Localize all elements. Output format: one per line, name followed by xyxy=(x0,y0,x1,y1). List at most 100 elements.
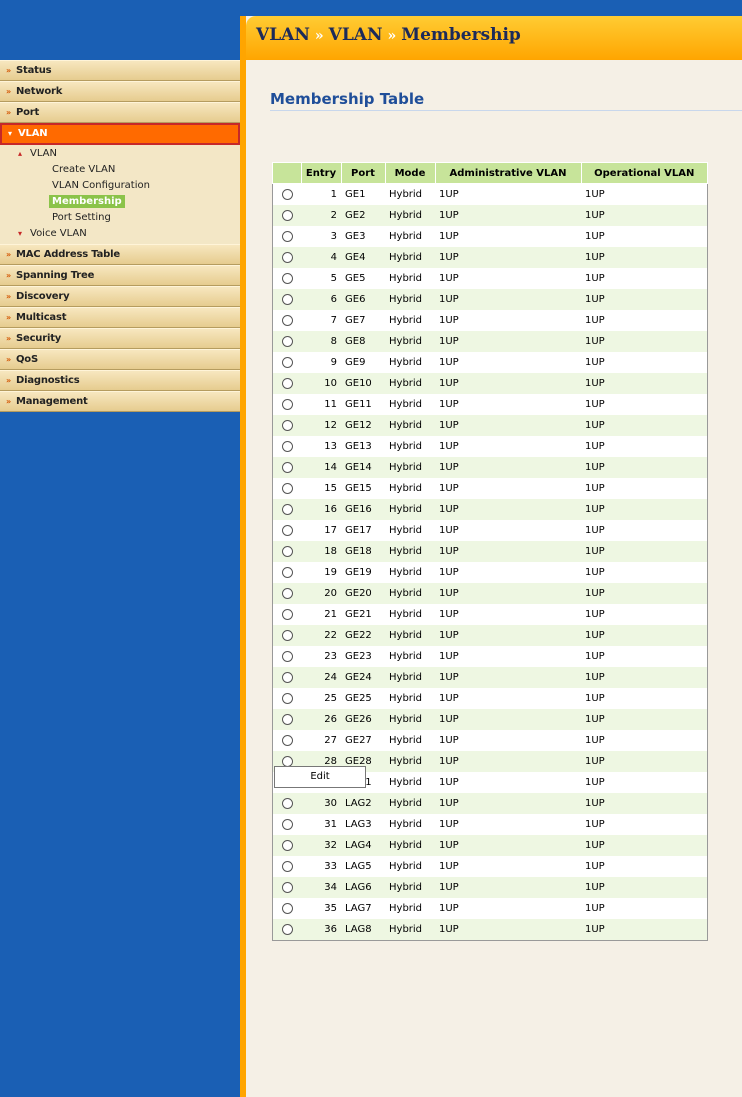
menu-item-status[interactable]: » Status xyxy=(0,60,240,81)
port-cell: LAG7 xyxy=(341,898,385,919)
menu-item-multicast[interactable]: » Multicast xyxy=(0,307,240,328)
table-row[interactable]: 13 GE13 Hybrid 1UP 1UP xyxy=(272,436,708,457)
radio-icon[interactable] xyxy=(281,692,293,704)
table-row[interactable]: 15 GE15 Hybrid 1UP 1UP xyxy=(272,478,708,499)
table-row[interactable]: 32 LAG4 Hybrid 1UP 1UP xyxy=(272,835,708,856)
table-row[interactable]: 16 GE16 Hybrid 1UP 1UP xyxy=(272,499,708,520)
table-row[interactable]: 24 GE24 Hybrid 1UP 1UP xyxy=(272,667,708,688)
table-row[interactable]: 5 GE5 Hybrid 1UP 1UP xyxy=(272,268,708,289)
menu-item-mac-address-table[interactable]: » MAC Address Table xyxy=(0,244,240,265)
radio-icon[interactable] xyxy=(281,587,293,599)
operational-vlan-cell: 1UP xyxy=(581,856,708,877)
mode-cell: Hybrid xyxy=(385,772,435,793)
table-row[interactable]: 21 GE21 Hybrid 1UP 1UP xyxy=(272,604,708,625)
menu-item-diagnostics[interactable]: » Diagnostics xyxy=(0,370,240,391)
radio-icon[interactable] xyxy=(281,356,293,368)
table-row[interactable]: 9 GE9 Hybrid 1UP 1UP xyxy=(272,352,708,373)
radio-icon[interactable] xyxy=(281,734,293,746)
entry-cell: 2 xyxy=(301,205,341,226)
table-row[interactable]: 20 GE20 Hybrid 1UP 1UP xyxy=(272,583,708,604)
table-row[interactable]: 10 GE10 Hybrid 1UP 1UP xyxy=(272,373,708,394)
radio-icon[interactable] xyxy=(281,272,293,284)
radio-icon[interactable] xyxy=(281,251,293,263)
table-row[interactable]: 3 GE3 Hybrid 1UP 1UP xyxy=(272,226,708,247)
menu-item-label: MAC Address Table xyxy=(16,249,120,260)
table-row[interactable]: 1 GE1 Hybrid 1UP 1UP xyxy=(272,183,708,205)
table-row[interactable]: 33 LAG5 Hybrid 1UP 1UP xyxy=(272,856,708,877)
port-cell: GE22 xyxy=(341,625,385,646)
menu-item-qos[interactable]: » QoS xyxy=(0,349,240,370)
table-row[interactable]: 34 LAG6 Hybrid 1UP 1UP xyxy=(272,877,708,898)
radio-icon[interactable] xyxy=(281,923,293,935)
table-row[interactable]: 30 LAG2 Hybrid 1UP 1UP xyxy=(272,793,708,814)
table-row[interactable]: 17 GE17 Hybrid 1UP 1UP xyxy=(272,520,708,541)
table-row[interactable]: 11 GE11 Hybrid 1UP 1UP xyxy=(272,394,708,415)
menu-item-label: QoS xyxy=(16,354,38,365)
radio-icon[interactable] xyxy=(281,818,293,830)
table-row[interactable]: 6 GE6 Hybrid 1UP 1UP xyxy=(272,289,708,310)
table-row[interactable]: 22 GE22 Hybrid 1UP 1UP xyxy=(272,625,708,646)
menu-item-network[interactable]: » Network xyxy=(0,81,240,102)
table-row[interactable]: 8 GE8 Hybrid 1UP 1UP xyxy=(272,331,708,352)
submenu-create-vlan[interactable]: Create VLAN xyxy=(0,162,240,178)
menu-item-vlan[interactable]: ▾ VLAN xyxy=(0,123,240,145)
submenu-group-voice-vlan[interactable]: ▾ Voice VLAN xyxy=(0,226,240,242)
menu-item-spanning-tree[interactable]: » Spanning Tree xyxy=(0,265,240,286)
radio-icon[interactable] xyxy=(281,713,293,725)
vlan-submenu: ▴ VLAN Create VLAN VLAN Configuration Mem… xyxy=(0,145,240,244)
table-row[interactable]: 25 GE25 Hybrid 1UP 1UP xyxy=(272,688,708,709)
table-row[interactable]: 35 LAG7 Hybrid 1UP 1UP xyxy=(272,898,708,919)
table-row[interactable]: 18 GE18 Hybrid 1UP 1UP xyxy=(272,541,708,562)
submenu-port-setting[interactable]: Port Setting xyxy=(0,210,240,226)
radio-icon[interactable] xyxy=(281,671,293,683)
radio-icon[interactable] xyxy=(281,881,293,893)
menu-item-management[interactable]: » Management xyxy=(0,391,240,412)
table-row[interactable]: 19 GE19 Hybrid 1UP 1UP xyxy=(272,562,708,583)
radio-icon[interactable] xyxy=(281,545,293,557)
operational-vlan-cell: 1UP xyxy=(581,688,708,709)
table-row[interactable]: 7 GE7 Hybrid 1UP 1UP xyxy=(272,310,708,331)
radio-icon[interactable] xyxy=(281,188,293,200)
radio-icon[interactable] xyxy=(281,377,293,389)
table-row[interactable]: 31 LAG3 Hybrid 1UP 1UP xyxy=(272,814,708,835)
menu-item-port[interactable]: » Port xyxy=(0,102,240,123)
radio-icon[interactable] xyxy=(281,797,293,809)
table-row[interactable]: 2 GE2 Hybrid 1UP 1UP xyxy=(272,205,708,226)
mode-cell: Hybrid xyxy=(385,457,435,478)
submenu-membership[interactable]: Membership xyxy=(0,194,240,210)
submenu-vlan-configuration[interactable]: VLAN Configuration xyxy=(0,178,240,194)
radio-icon[interactable] xyxy=(281,209,293,221)
row-select-cell xyxy=(272,625,301,646)
radio-icon[interactable] xyxy=(281,902,293,914)
radio-icon[interactable] xyxy=(281,293,293,305)
radio-icon[interactable] xyxy=(281,650,293,662)
radio-icon[interactable] xyxy=(281,314,293,326)
table-row[interactable]: 27 GE27 Hybrid 1UP 1UP xyxy=(272,730,708,751)
radio-icon[interactable] xyxy=(281,566,293,578)
table-row[interactable]: 26 GE26 Hybrid 1UP 1UP xyxy=(272,709,708,730)
table-row[interactable]: 12 GE12 Hybrid 1UP 1UP xyxy=(272,415,708,436)
edit-button[interactable]: Edit xyxy=(274,766,366,788)
radio-icon[interactable] xyxy=(281,398,293,410)
radio-icon[interactable] xyxy=(281,503,293,515)
radio-icon[interactable] xyxy=(281,230,293,242)
table-row[interactable]: 23 GE23 Hybrid 1UP 1UP xyxy=(272,646,708,667)
mode-cell: Hybrid xyxy=(385,751,435,772)
submenu-group-vlan[interactable]: ▴ VLAN xyxy=(0,146,240,162)
radio-icon[interactable] xyxy=(281,335,293,347)
radio-icon[interactable] xyxy=(281,419,293,431)
radio-icon[interactable] xyxy=(281,440,293,452)
radio-icon[interactable] xyxy=(281,524,293,536)
menu-item-security[interactable]: » Security xyxy=(0,328,240,349)
radio-icon[interactable] xyxy=(281,860,293,872)
table-row[interactable]: 4 GE4 Hybrid 1UP 1UP xyxy=(272,247,708,268)
radio-icon[interactable] xyxy=(281,608,293,620)
radio-icon[interactable] xyxy=(281,839,293,851)
menu-item-discovery[interactable]: » Discovery xyxy=(0,286,240,307)
radio-icon[interactable] xyxy=(281,461,293,473)
radio-icon[interactable] xyxy=(281,629,293,641)
table-row[interactable]: 36 LAG8 Hybrid 1UP 1UP xyxy=(272,919,708,941)
chevron-right-icon: » xyxy=(6,313,11,322)
table-row[interactable]: 14 GE14 Hybrid 1UP 1UP xyxy=(272,457,708,478)
radio-icon[interactable] xyxy=(281,482,293,494)
